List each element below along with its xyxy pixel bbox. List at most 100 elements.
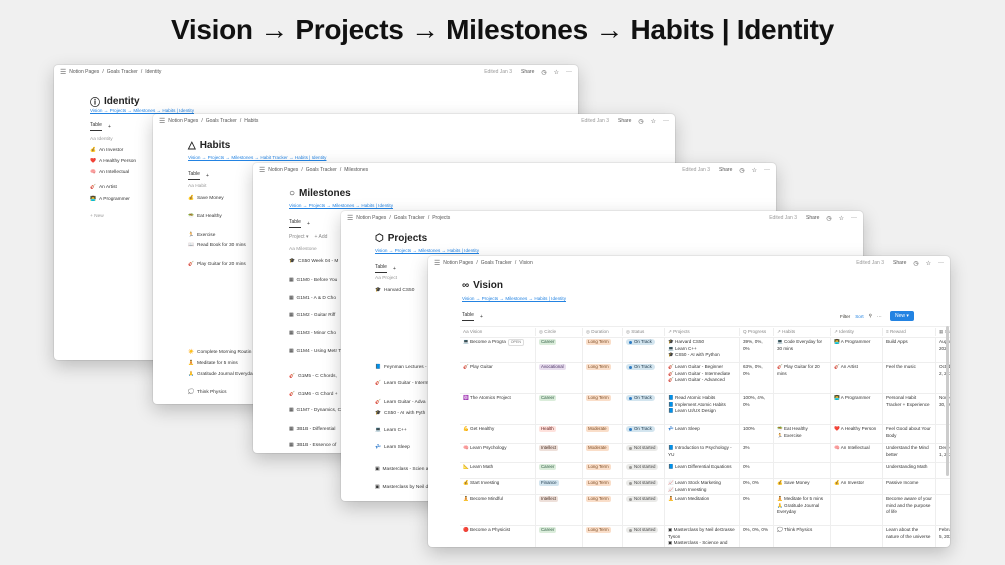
cell-vision[interactable]: 📐 Learn Math [460, 463, 536, 478]
breadcrumb-current[interactable]: Milestones [344, 167, 368, 173]
cell-vision[interactable]: 🧘 Become Mindful [460, 495, 536, 525]
more-icon[interactable]: ··· [663, 118, 669, 124]
column-header[interactable]: ↗ Projects [665, 327, 740, 337]
list-item[interactable]: 🧠 An Intellectual [90, 170, 129, 175]
tab-table[interactable]: Table [375, 264, 387, 273]
list-item[interactable]: 🎸 Play Guitar for 20 mins [188, 262, 246, 267]
habit-link[interactable]: 💭 Think Physics [777, 527, 827, 534]
breadcrumb-current[interactable]: Projects [432, 215, 450, 221]
cell-identity[interactable]: 🎸 An Artist [831, 363, 883, 393]
share-button[interactable]: Share [521, 69, 534, 75]
star-icon[interactable]: ☆ [554, 69, 559, 76]
list-item[interactable]: ▦ G1M3 - Minor Cho [289, 331, 336, 336]
cell-vision[interactable]: 🧠 Learn Psychology [460, 444, 536, 462]
breadcrumb-notion-pages[interactable]: Notion Pages [168, 118, 198, 124]
list-item[interactable]: 🎸 G1M6 - G Chord + [289, 392, 338, 397]
clock-icon[interactable]: ◷ [826, 215, 831, 222]
clock-icon[interactable]: ◷ [913, 260, 918, 267]
habit-link[interactable]: 🎸 Play Guitar for 20 mins [777, 364, 827, 377]
add-view-button[interactable]: + [307, 221, 310, 227]
project-link[interactable]: 📈 Learn Stock Marketing [668, 480, 736, 487]
star-icon[interactable]: ☆ [926, 260, 931, 267]
list-item[interactable]: 💰 Save Money [188, 196, 224, 201]
table-row[interactable]: 💰 Start Investing Finance Long Term Not sta… [460, 479, 950, 495]
project-link[interactable]: 🧘 Learn Meditation [668, 496, 736, 503]
list-item[interactable]: ▦ G1M0 - Before You [289, 278, 337, 283]
table-row[interactable]: 🔴 Become a Physicist Career Long Term Not s… [460, 526, 950, 547]
breadcrumb-notion-pages[interactable]: Notion Pages [356, 215, 386, 221]
list-item[interactable]: ▦ 3B1B - Differential [289, 427, 335, 432]
add-view-button[interactable]: + [108, 124, 111, 130]
menu-icon[interactable]: ☰ [347, 214, 353, 222]
menu-icon[interactable]: ☰ [259, 166, 265, 174]
cell-vision[interactable]: 🔴 Become a Physicist [460, 526, 536, 547]
list-item[interactable]: ▦ G1M1 - A & D Cho [289, 296, 336, 301]
habit-link[interactable]: 🥗 Eat Healthy [777, 426, 827, 433]
list-item[interactable]: 🧘 Meditate for 5 mins [188, 361, 238, 366]
tab-table[interactable]: Table [462, 312, 474, 321]
breadcrumb-current[interactable]: Habits [244, 118, 258, 124]
share-button[interactable]: Share [806, 215, 819, 221]
star-icon[interactable]: ☆ [651, 118, 656, 125]
cell-vision[interactable]: 💪 Get Healthy [460, 425, 536, 443]
list-item[interactable]: 💰 An Investor [90, 148, 123, 153]
breadcrumb-links[interactable]: Vision → Projects → Milestones → Habits … [289, 203, 393, 208]
list-item[interactable]: ❤️ A Healthy Person [90, 159, 136, 164]
cell-identity[interactable] [831, 463, 883, 478]
column-header[interactable]: Q Progress [740, 327, 774, 337]
menu-icon[interactable]: ☰ [434, 259, 440, 267]
project-filter[interactable]: Project ▾ [289, 234, 308, 240]
project-link[interactable]: ▣ Masterclass by Neil deGrasse Tyson [668, 527, 736, 540]
add-view-button[interactable]: + [206, 173, 209, 179]
list-item[interactable]: ▦ G1M2 - Guitar Riff [289, 313, 335, 318]
list-item[interactable]: ▦ 3B1B - Essence of [289, 443, 336, 448]
tab-table[interactable]: Table [188, 171, 200, 180]
habit-link[interactable]: 💻 Code Everyday for 30 mins [777, 339, 827, 352]
project-link[interactable]: 📘 Learn UI/UX Design [668, 408, 736, 415]
new-row-button[interactable]: + New [90, 214, 104, 219]
breadcrumb-links[interactable]: Vision → Projects → Milestones → Habits … [375, 248, 479, 253]
table-row[interactable]: 🧠 Learn Psychology Intellect Moderate Not s… [460, 444, 950, 463]
habit-link[interactable]: 🏃 Exercise [777, 433, 827, 440]
filter-button[interactable]: Filter [840, 314, 850, 319]
project-link[interactable]: 🎓 Harvard CS50 [668, 339, 736, 346]
column-header[interactable]: ≡ Reward [883, 327, 936, 337]
breadcrumb-goals-tracker[interactable]: Goals Tracker [107, 69, 138, 75]
table-row[interactable]: 🧘 Become Mindful Intellect Long Term Not st… [460, 495, 950, 526]
add-view-button[interactable]: + [480, 314, 483, 320]
more-icon[interactable]: ··· [938, 260, 944, 266]
column-header[interactable]: ◎ Circle [536, 327, 583, 337]
add-filter-button[interactable]: + Add [314, 234, 327, 240]
share-button[interactable]: Share [618, 118, 631, 124]
cell-vision[interactable]: 💰 Start Investing [460, 479, 536, 494]
list-item[interactable]: ▦ G1M4 - Using Metr Tabs [289, 349, 348, 354]
list-item[interactable]: 🎓 Harvard CS50 [375, 288, 414, 293]
list-item[interactable]: 🙏 Gratitude Journal Everyda [188, 372, 253, 377]
project-link[interactable]: 💻 Learn C++ [668, 346, 736, 353]
menu-icon[interactable]: ☰ [159, 117, 165, 125]
cell-identity[interactable]: 👨‍💻 A Programmer [831, 394, 883, 424]
more-icon[interactable]: ··· [877, 314, 882, 319]
list-item[interactable]: 💭 Think Physics [188, 390, 227, 395]
breadcrumb-goals-tracker[interactable]: Goals Tracker [481, 260, 512, 266]
column-header[interactable]: ↗ Identity [831, 327, 883, 337]
project-link[interactable]: 📈 Learn Investing [668, 487, 736, 494]
scrollbar[interactable] [946, 326, 949, 476]
column-header[interactable]: Aa Vision [460, 327, 536, 337]
list-item[interactable]: 💻 Learn C++ [375, 428, 407, 433]
star-icon[interactable]: ☆ [839, 215, 844, 222]
project-link[interactable]: 📘 Learn Differential Equations [668, 464, 736, 471]
open-button[interactable]: OPEN [507, 339, 524, 347]
share-button[interactable]: Share [719, 167, 732, 173]
breadcrumb-current[interactable]: Vision [519, 260, 533, 266]
breadcrumb-current[interactable]: Identity [145, 69, 161, 75]
sort-button[interactable]: Sort [855, 314, 863, 319]
cell-vision[interactable]: 💻 Become a Progra OPEN [460, 338, 536, 362]
clock-icon[interactable]: ◷ [739, 167, 744, 174]
list-item[interactable]: 🎸 G1M5 - C Chords, [289, 374, 337, 379]
cell-identity[interactable]: 💰 An Investor [831, 479, 883, 494]
breadcrumb-links[interactable]: Vision → Projects → Milestones → Habit T… [188, 155, 326, 160]
habit-link[interactable]: 🧘 Meditate for 5 mins [777, 496, 827, 503]
table-row[interactable]: 💪 Get Healthy Health Moderate On Track 💤 Lea… [460, 425, 950, 444]
breadcrumb-notion-pages[interactable]: Notion Pages [69, 69, 99, 75]
